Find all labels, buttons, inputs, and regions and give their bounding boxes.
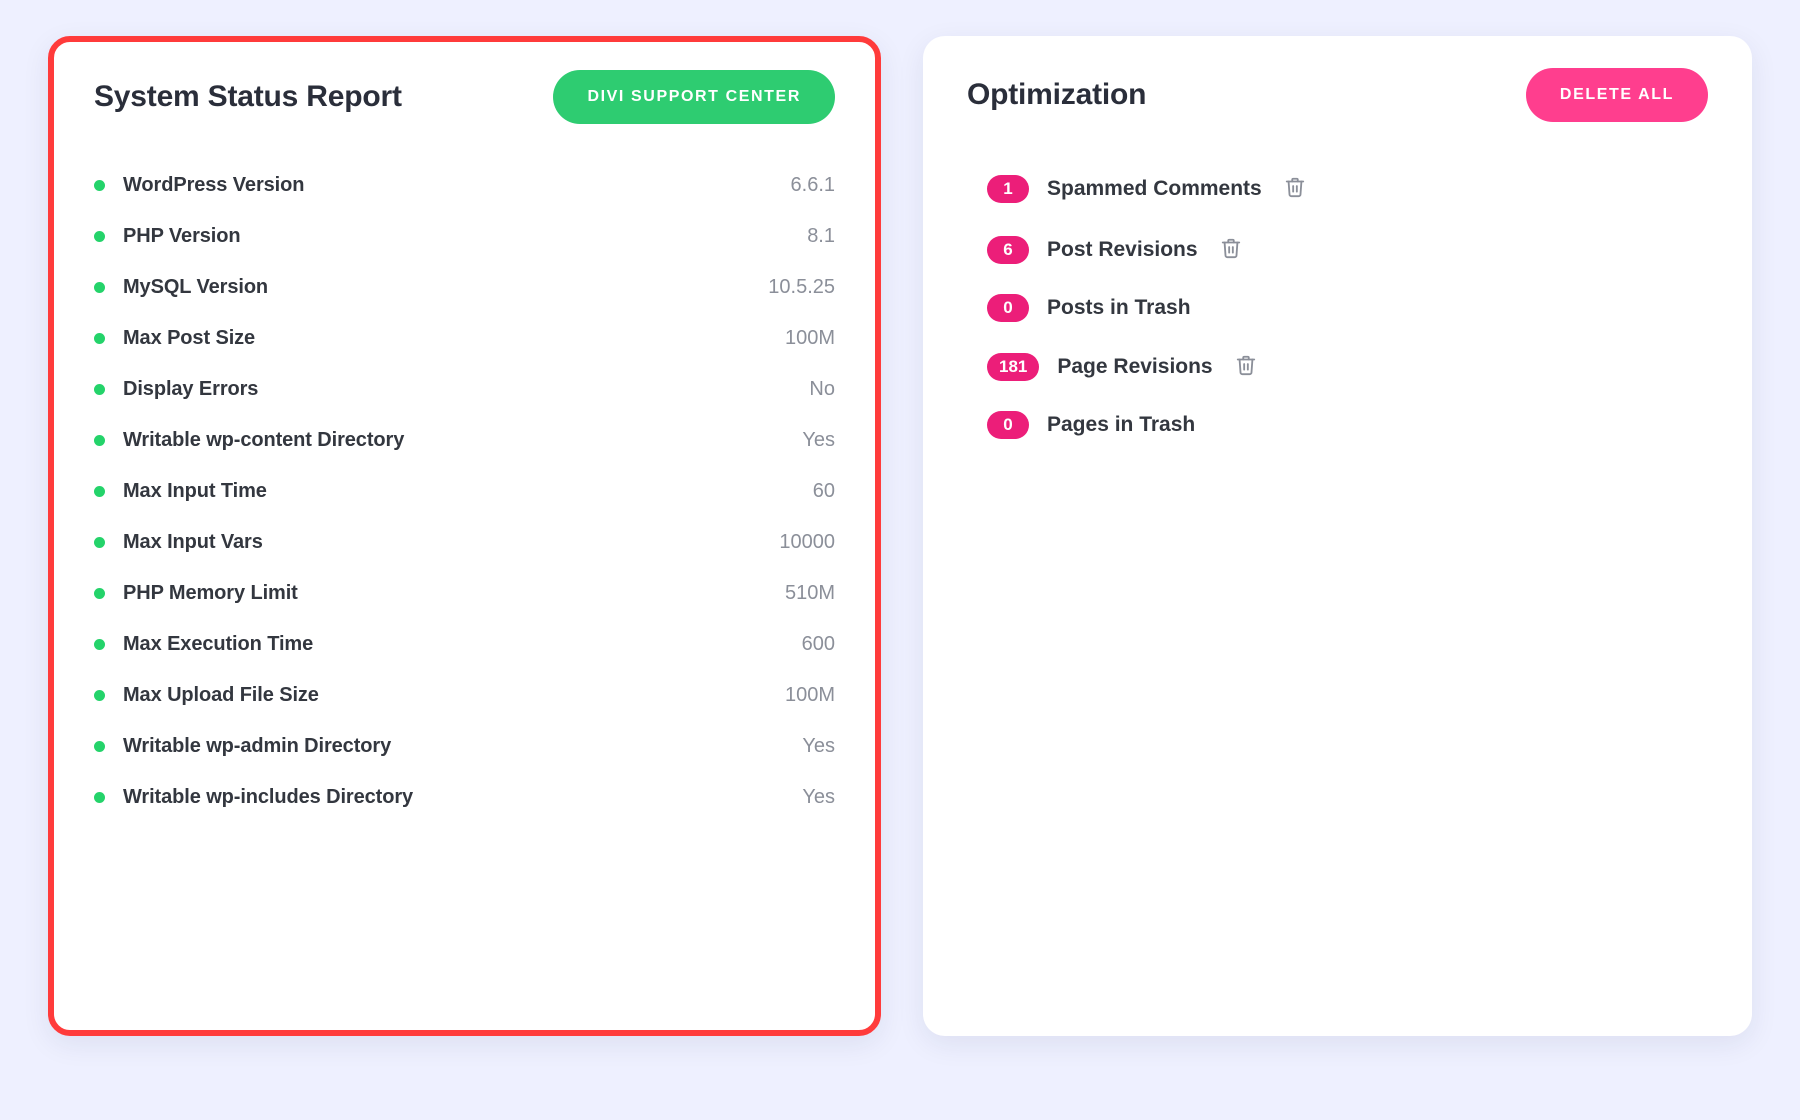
status-row-left: Max Upload File Size [94, 684, 319, 707]
status-ok-dot-icon [94, 486, 105, 497]
status-ok-dot-icon [94, 741, 105, 752]
dashboard-layout: System Status Report DIVI SUPPORT CENTER… [0, 0, 1800, 1084]
status-row-left: Max Input Vars [94, 531, 263, 554]
optimization-count-badge: 181 [987, 353, 1039, 381]
system-status-card: System Status Report DIVI SUPPORT CENTER… [48, 36, 881, 1036]
status-label: Writable wp-admin Directory [123, 735, 391, 758]
optimization-card: Optimization DELETE ALL 1 Spammed Comment… [923, 36, 1752, 1036]
status-value: Yes [802, 735, 835, 758]
status-value: 10000 [779, 531, 835, 554]
status-value: 6.6.1 [791, 174, 835, 197]
status-row: PHP Version 8.1 [94, 211, 835, 262]
status-value: Yes [802, 786, 835, 809]
optimization-row: 0 Posts in Trash [967, 280, 1708, 336]
status-ok-dot-icon [94, 537, 105, 548]
optimization-row: 181 Page Revisions [967, 336, 1708, 397]
status-ok-dot-icon [94, 180, 105, 191]
system-status-list: WordPress Version 6.6.1 PHP Version 8.1 MySQ… [94, 160, 835, 823]
status-row-left: Writable wp-admin Directory [94, 735, 391, 758]
status-label: PHP Memory Limit [123, 582, 298, 605]
optimization-label: Spammed Comments [1047, 177, 1262, 201]
status-ok-dot-icon [94, 231, 105, 242]
trash-icon [1284, 176, 1306, 201]
optimization-label: Posts in Trash [1047, 296, 1191, 320]
optimization-title: Optimization [967, 78, 1146, 112]
status-value: 8.1 [807, 225, 835, 248]
status-label: PHP Version [123, 225, 240, 248]
optimization-row: 6 Post Revisions [967, 219, 1708, 280]
status-ok-dot-icon [94, 333, 105, 344]
system-status-title: System Status Report [94, 80, 402, 114]
status-label: Max Input Vars [123, 531, 263, 554]
optimization-list: 1 Spammed Comments 6 Post Revisions 0 Posts i… [967, 158, 1708, 453]
status-value: 600 [802, 633, 835, 656]
optimization-label: Pages in Trash [1047, 413, 1195, 437]
status-row-left: Writable wp-includes Directory [94, 786, 413, 809]
optimization-row: 0 Pages in Trash [967, 397, 1708, 453]
divi-support-center-button[interactable]: DIVI SUPPORT CENTER [553, 70, 835, 124]
status-value: 60 [813, 480, 835, 503]
status-row: Writable wp-admin Directory Yes [94, 721, 835, 772]
status-value: 510M [785, 582, 835, 605]
delete-item-button[interactable] [1280, 172, 1310, 205]
status-label: WordPress Version [123, 174, 304, 197]
status-row-left: WordPress Version [94, 174, 304, 197]
status-row-left: Writable wp-content Directory [94, 429, 404, 452]
status-row: Max Post Size 100M [94, 313, 835, 364]
delete-item-button[interactable] [1216, 233, 1246, 266]
status-row: Writable wp-content Directory Yes [94, 415, 835, 466]
status-ok-dot-icon [94, 639, 105, 650]
status-label: MySQL Version [123, 276, 268, 299]
status-row: MySQL Version 10.5.25 [94, 262, 835, 313]
status-label: Max Input Time [123, 480, 267, 503]
status-label: Writable wp-content Directory [123, 429, 404, 452]
optimization-row: 1 Spammed Comments [967, 158, 1708, 219]
status-row: Display Errors No [94, 364, 835, 415]
status-ok-dot-icon [94, 282, 105, 293]
status-row: WordPress Version 6.6.1 [94, 160, 835, 211]
trash-icon [1220, 237, 1242, 262]
status-row: PHP Memory Limit 510M [94, 568, 835, 619]
optimization-header: Optimization DELETE ALL [967, 68, 1708, 122]
optimization-label: Post Revisions [1047, 238, 1198, 262]
status-row-left: Max Post Size [94, 327, 255, 350]
status-label: Max Execution Time [123, 633, 313, 656]
status-ok-dot-icon [94, 435, 105, 446]
optimization-label: Page Revisions [1057, 355, 1212, 379]
status-row-left: Display Errors [94, 378, 258, 401]
status-ok-dot-icon [94, 690, 105, 701]
optimization-count-badge: 1 [987, 175, 1029, 203]
status-ok-dot-icon [94, 384, 105, 395]
status-label: Writable wp-includes Directory [123, 786, 413, 809]
status-value: Yes [802, 429, 835, 452]
status-value: 100M [785, 327, 835, 350]
optimization-count-badge: 0 [987, 294, 1029, 322]
status-row-left: MySQL Version [94, 276, 268, 299]
status-label: Display Errors [123, 378, 258, 401]
trash-icon [1235, 354, 1257, 379]
status-row-left: Max Input Time [94, 480, 267, 503]
status-label: Max Post Size [123, 327, 255, 350]
status-ok-dot-icon [94, 588, 105, 599]
optimization-count-badge: 0 [987, 411, 1029, 439]
status-ok-dot-icon [94, 792, 105, 803]
optimization-count-badge: 6 [987, 236, 1029, 264]
status-row: Max Execution Time 600 [94, 619, 835, 670]
system-status-header: System Status Report DIVI SUPPORT CENTER [94, 70, 835, 124]
delete-all-button[interactable]: DELETE ALL [1526, 68, 1708, 122]
status-value: 100M [785, 684, 835, 707]
status-row: Writable wp-includes Directory Yes [94, 772, 835, 823]
status-value: 10.5.25 [768, 276, 835, 299]
status-row: Max Upload File Size 100M [94, 670, 835, 721]
status-row: Max Input Time 60 [94, 466, 835, 517]
status-row-left: Max Execution Time [94, 633, 313, 656]
status-value: No [809, 378, 835, 401]
delete-item-button[interactable] [1231, 350, 1261, 383]
status-row-left: PHP Version [94, 225, 240, 248]
status-label: Max Upload File Size [123, 684, 319, 707]
status-row-left: PHP Memory Limit [94, 582, 298, 605]
status-row: Max Input Vars 10000 [94, 517, 835, 568]
